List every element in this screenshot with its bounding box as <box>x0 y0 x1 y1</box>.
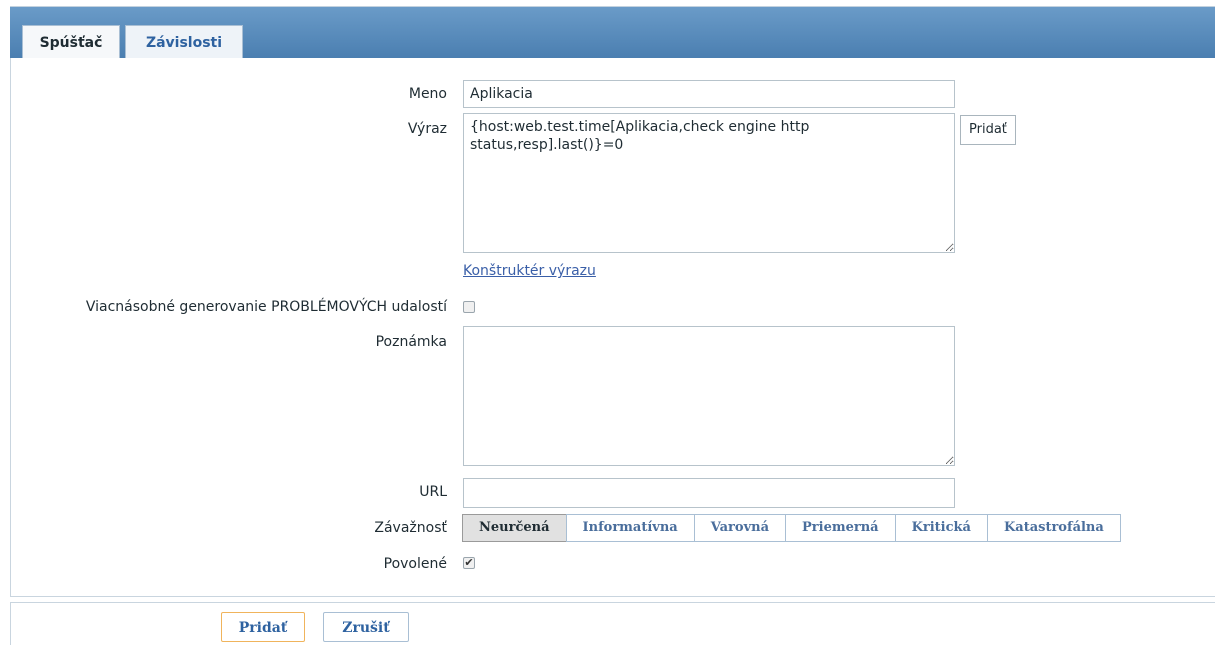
tab-dependencies[interactable]: Závislosti <box>125 25 243 59</box>
note-label: Poznámka <box>375 334 447 350</box>
cancel-button[interactable]: Zrušiť <box>323 612 409 642</box>
tab-trigger[interactable]: Spúšťač <box>22 25 120 59</box>
multiple-events-checkbox[interactable] <box>463 301 475 313</box>
enabled-label: Povolené <box>383 556 447 572</box>
severity-high[interactable]: Kritická <box>894 514 988 542</box>
severity-average[interactable]: Priemerná <box>785 514 896 542</box>
expression-textarea[interactable]: {host:web.test.time[Aplikacia,check engi… <box>463 113 955 253</box>
severity-not-classified[interactable]: Neurčená <box>462 514 567 542</box>
enabled-checkbox[interactable]: ✔ <box>463 557 475 569</box>
severity-disaster[interactable]: Katastrofálna <box>986 514 1121 542</box>
url-input[interactable] <box>463 478 955 508</box>
name-label: Meno <box>408 86 447 102</box>
name-input[interactable] <box>463 80 955 108</box>
add-button[interactable]: Pridať <box>221 612 305 642</box>
severity-information[interactable]: Informatívna <box>565 514 695 542</box>
severity-label: Závažnosť <box>374 520 447 536</box>
url-label: URL <box>419 484 447 500</box>
severity-selector: Neurčená Informatívna Varovná Priemerná … <box>462 514 1121 542</box>
note-textarea[interactable] <box>463 326 955 466</box>
trigger-form: Meno Výraz {host:web.test.time[Aplikacia… <box>10 58 1215 597</box>
severity-warning[interactable]: Varovná <box>693 514 786 542</box>
expression-builder-link[interactable]: Konštruktér výrazu <box>463 263 596 279</box>
form-footer-border <box>10 603 11 645</box>
multiple-events-label: Viacnásobné generovanie PROBLÉMOVÝCH uda… <box>85 299 447 315</box>
form-footer-separator <box>10 602 1215 603</box>
tab-bar: Spúšťač Závislosti <box>10 6 1215 59</box>
expression-add-button[interactable]: Pridať <box>960 115 1016 145</box>
expression-label: Výraz <box>407 121 447 137</box>
